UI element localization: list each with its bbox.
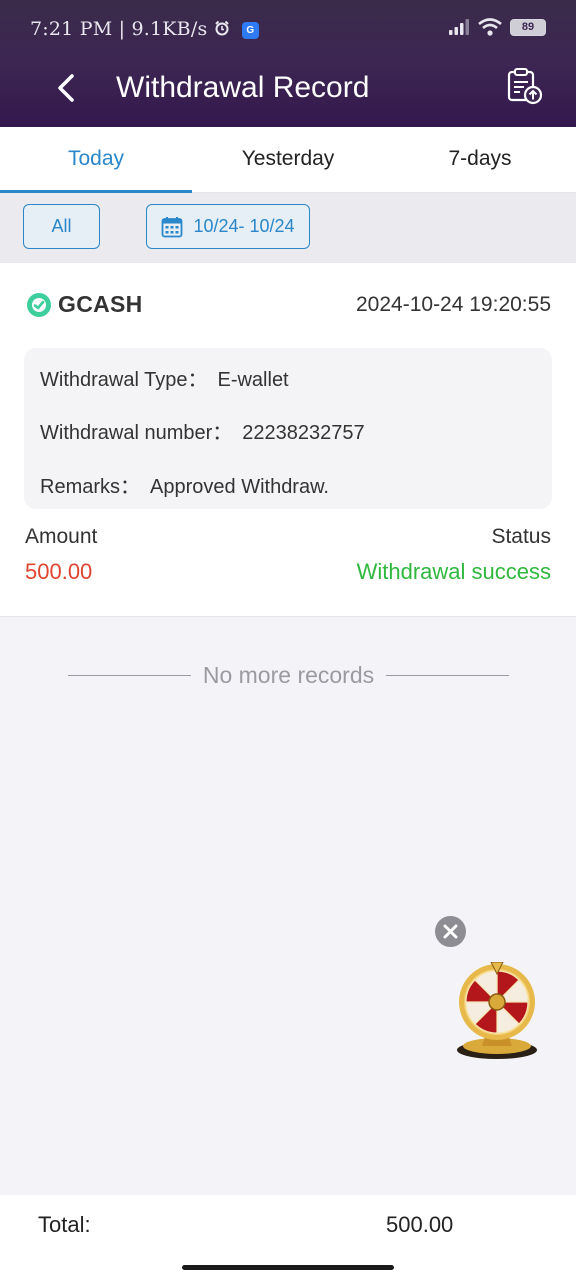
- app-header: 7:21 PM | 9.1KB/s G 89 Withdrawal Record: [0, 0, 576, 127]
- battery-icon: 89: [510, 18, 546, 36]
- home-indicator[interactable]: [182, 1265, 394, 1270]
- g-app-badge: G: [241, 21, 259, 39]
- close-icon: [443, 924, 458, 939]
- prize-wheel-button[interactable]: [452, 961, 542, 1064]
- divider: [68, 674, 191, 676]
- status-separator: |: [118, 18, 126, 40]
- status-value: Withdrawal success: [356, 559, 551, 584]
- detail-label: Remarks：: [40, 476, 141, 498]
- filter-bar: All 10/24- 10/24: [0, 193, 576, 263]
- no-more-records-text: No more records: [202, 661, 375, 688]
- status-label: Status: [491, 525, 551, 548]
- date-tabs: Today Yesterday 7-days: [0, 127, 576, 193]
- record-details: Withdrawal Type： E-wallet Withdrawal numb…: [24, 348, 552, 509]
- total-label: Total:: [38, 1212, 91, 1237]
- status-icons: 89: [448, 18, 546, 36]
- detail-withdrawal-number: Withdrawal number： 22238232757: [40, 416, 365, 445]
- detail-label: Withdrawal Type：: [40, 369, 208, 391]
- detail-remarks: Remarks： Approved Withdraw.: [40, 470, 329, 499]
- detail-label: Withdrawal number：: [40, 422, 233, 444]
- calendar-icon: [162, 216, 183, 237]
- withdrawal-record[interactable]: GCASH 2024-10-24 19:20:55 Withdrawal Typ…: [0, 263, 576, 617]
- detail-value: E-wallet: [217, 369, 289, 391]
- chevron-left-icon: [58, 74, 74, 102]
- list-end-indicator: No more records: [68, 658, 509, 692]
- clipboard-upload-icon: [507, 68, 543, 105]
- amount-label: Amount: [25, 525, 98, 548]
- detail-value: Approved Withdraw.: [150, 476, 329, 498]
- alarm-icon: [214, 20, 229, 36]
- total-footer: Total: 500.00: [0, 1195, 576, 1280]
- provider-name: GCASH: [58, 291, 143, 317]
- net-speed: 9.1KB/s: [131, 18, 208, 40]
- detail-value: 22238232757: [242, 422, 365, 444]
- status-time: 7:21 PM: [30, 18, 113, 40]
- wifi-icon: [478, 18, 502, 36]
- close-promo-button[interactable]: [435, 916, 466, 947]
- record-datetime: 2024-10-24 19:20:55: [356, 293, 551, 316]
- tab-yesterday[interactable]: Yesterday: [192, 127, 384, 192]
- prize-wheel-icon: [457, 961, 537, 1059]
- gcash-logo-icon: [27, 292, 51, 317]
- record-upload-button[interactable]: [504, 66, 544, 106]
- status-info: 7:21 PM | 9.1KB/s G: [30, 18, 259, 40]
- date-range-button[interactable]: 10/24- 10/24: [146, 204, 310, 249]
- signal-icon: [449, 19, 469, 35]
- tab-today[interactable]: Today: [0, 127, 192, 193]
- filter-all-button[interactable]: All: [23, 204, 100, 249]
- status-bar: 7:21 PM | 9.1KB/s G 89: [0, 0, 576, 50]
- date-range-label: 10/24- 10/24: [193, 216, 295, 236]
- page-title: Withdrawal Record: [116, 71, 370, 104]
- provider-brand: GCASH: [26, 291, 143, 318]
- back-button[interactable]: [50, 68, 84, 108]
- detail-withdrawal-type: Withdrawal Type： E-wallet: [40, 363, 289, 392]
- total-value: 500.00: [386, 1212, 454, 1237]
- tab-7-days[interactable]: 7-days: [384, 127, 576, 192]
- amount-value: 500.00: [25, 559, 93, 584]
- divider: [386, 674, 509, 676]
